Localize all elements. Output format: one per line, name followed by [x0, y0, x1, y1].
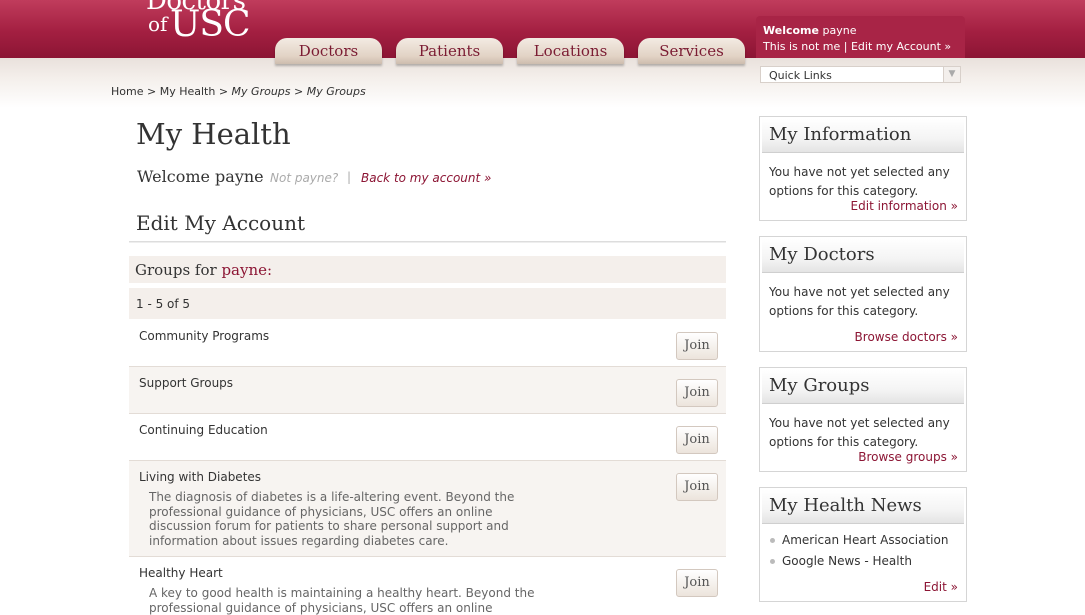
box-title: My Information [769, 124, 912, 145]
news-item[interactable]: Google News - Health [770, 554, 912, 568]
tab-patients[interactable]: Patients [396, 38, 503, 64]
box-title: My Health News [769, 495, 922, 516]
breadcrumb: Home > My Health > My Groups > My Groups [111, 85, 366, 98]
user-welcome: Welcome payne [763, 24, 857, 37]
join-button[interactable]: Join [676, 426, 718, 454]
group-name: Continuing Education [139, 423, 268, 437]
not-me-link[interactable]: This is not me [763, 40, 840, 53]
groups-header: Groups for payne: [129, 256, 726, 283]
breadcrumb-home[interactable]: Home [111, 85, 143, 98]
browse-doctors-link[interactable]: Browse doctors » [855, 330, 958, 344]
breadcrumb-my-health[interactable]: My Health [160, 85, 216, 98]
quick-links-select[interactable]: Quick Links ▼ [760, 66, 961, 83]
welcome-text: Welcome payne [137, 167, 264, 186]
chevron-down-icon[interactable]: ▼ [943, 67, 960, 82]
join-button[interactable]: Join [676, 332, 718, 360]
box-title: My Groups [769, 375, 870, 396]
my-information-box: My Information You have not yet selected… [759, 116, 967, 221]
user-box: Welcome payne This is not me | Edit my A… [756, 16, 965, 58]
group-row: Community Programs Join [129, 320, 726, 367]
group-row: Support Groups Join [129, 367, 726, 414]
join-button[interactable]: Join [676, 473, 718, 501]
join-button[interactable]: Join [676, 379, 718, 407]
join-button[interactable]: Join [676, 569, 718, 597]
group-row: Continuing Education Join [129, 414, 726, 461]
my-groups-box: My Groups You have not yet selected any … [759, 367, 967, 472]
group-description: A key to good health is maintaining a he… [149, 586, 535, 615]
divider [129, 241, 726, 243]
tab-locations[interactable]: Locations [517, 38, 624, 64]
tab-doctors[interactable]: Doctors [275, 38, 382, 64]
edit-account-link[interactable]: Edit my Account » [851, 40, 951, 53]
bullet-icon [770, 559, 775, 564]
page-title: My Health [136, 117, 291, 151]
user-name: payne [822, 24, 857, 37]
doctors-of-usc-logo[interactable]: Doctors of USC [146, 0, 256, 56]
box-title: My Doctors [769, 244, 875, 265]
tab-services[interactable]: Services [638, 38, 745, 64]
results-counter: 1 - 5 of 5 [129, 288, 726, 319]
bullet-icon [770, 538, 775, 543]
breadcrumb-current: My Groups [306, 85, 366, 98]
my-health-news-box: My Health News American Heart Associatio… [759, 487, 967, 602]
group-name: Community Programs [139, 329, 270, 343]
section-title: Edit My Account [136, 211, 306, 235]
breadcrumb-my-groups[interactable]: My Groups [232, 85, 291, 98]
edit-news-link[interactable]: Edit » [924, 580, 958, 594]
group-description: The diagnosis of diabetes is a life-alte… [149, 490, 515, 548]
group-name: Healthy Heart [139, 566, 223, 580]
group-name: Living with Diabetes [139, 470, 262, 484]
group-name: Support Groups [139, 376, 234, 390]
back-to-account-link[interactable]: Back to my account » [361, 171, 491, 185]
browse-groups-link[interactable]: Browse groups » [858, 450, 958, 464]
group-row: Living with Diabetes The diagnosis of di… [129, 461, 726, 557]
edit-information-link[interactable]: Edit information » [851, 199, 958, 213]
group-row: Healthy Heart A key to good health is ma… [129, 557, 726, 615]
not-user-link[interactable]: Not payne? [270, 171, 338, 185]
my-doctors-box: My Doctors You have not yet selected any… [759, 236, 967, 352]
news-item[interactable]: American Heart Association [770, 533, 948, 547]
